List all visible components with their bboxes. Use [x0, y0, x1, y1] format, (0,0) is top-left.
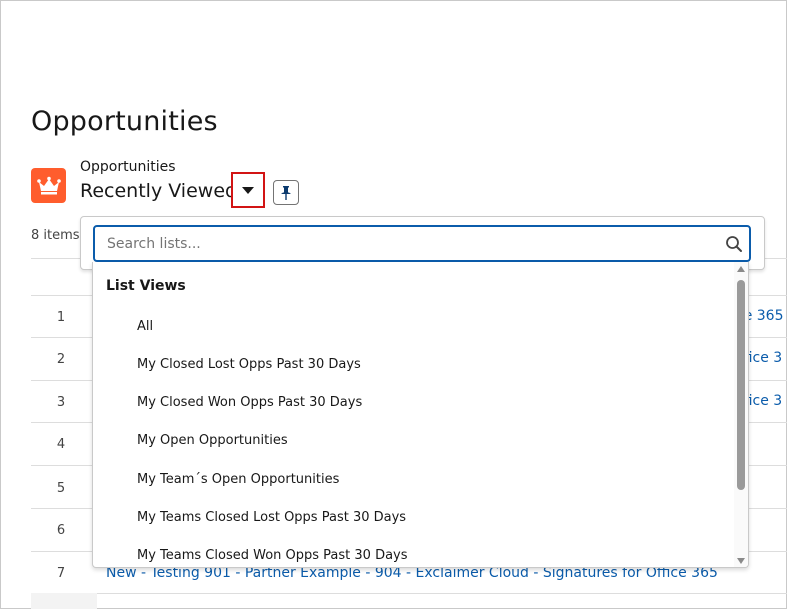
crown-icon: [31, 168, 66, 203]
list-view-item[interactable]: My Teams Closed Won Opps Past 30 Days: [137, 548, 408, 563]
row-number-column-footer: [31, 593, 97, 609]
row-number: 1: [56, 310, 66, 325]
search-field[interactable]: [93, 225, 751, 262]
dropdown-scrollbar[interactable]: [734, 262, 748, 567]
list-view-dropdown-button[interactable]: [231, 172, 265, 208]
row-number: 3: [56, 395, 66, 410]
pin-icon: [281, 185, 291, 200]
row-number: 5: [56, 481, 66, 496]
pin-list-view-button[interactable]: [273, 180, 299, 205]
list-view-item[interactable]: My Teams Closed Lost Opps Past 30 Days: [137, 510, 406, 525]
list-view-item[interactable]: My Team´s Open Opportunities: [137, 472, 339, 487]
row-number: 2: [56, 352, 66, 367]
items-count: 8 items: [31, 228, 80, 243]
row-number: 4: [56, 437, 66, 452]
object-label: Opportunities: [80, 159, 176, 175]
search-icon: [726, 236, 742, 252]
scroll-down-arrow-icon[interactable]: [737, 558, 745, 564]
list-view-item[interactable]: My Open Opportunities: [137, 433, 288, 448]
page-title: Opportunities: [31, 106, 218, 137]
list-view-item[interactable]: My Closed Lost Opps Past 30 Days: [137, 357, 361, 372]
list-views-dropdown: List Views All My Closed Lost Opps Past …: [92, 262, 749, 568]
scrollbar-thumb[interactable]: [737, 280, 745, 490]
scroll-up-arrow-icon[interactable]: [737, 266, 745, 272]
list-view-item[interactable]: All: [137, 319, 153, 334]
list-views-header: List Views: [106, 278, 186, 294]
search-input[interactable]: [107, 227, 707, 260]
table-bottom-divider: [31, 593, 787, 594]
chevron-down-icon: [242, 186, 254, 194]
list-view-name[interactable]: Recently Viewed: [80, 180, 237, 202]
row-number: 6: [56, 523, 66, 538]
row-number: 7: [56, 566, 66, 581]
list-view-item[interactable]: My Closed Won Opps Past 30 Days: [137, 395, 362, 410]
